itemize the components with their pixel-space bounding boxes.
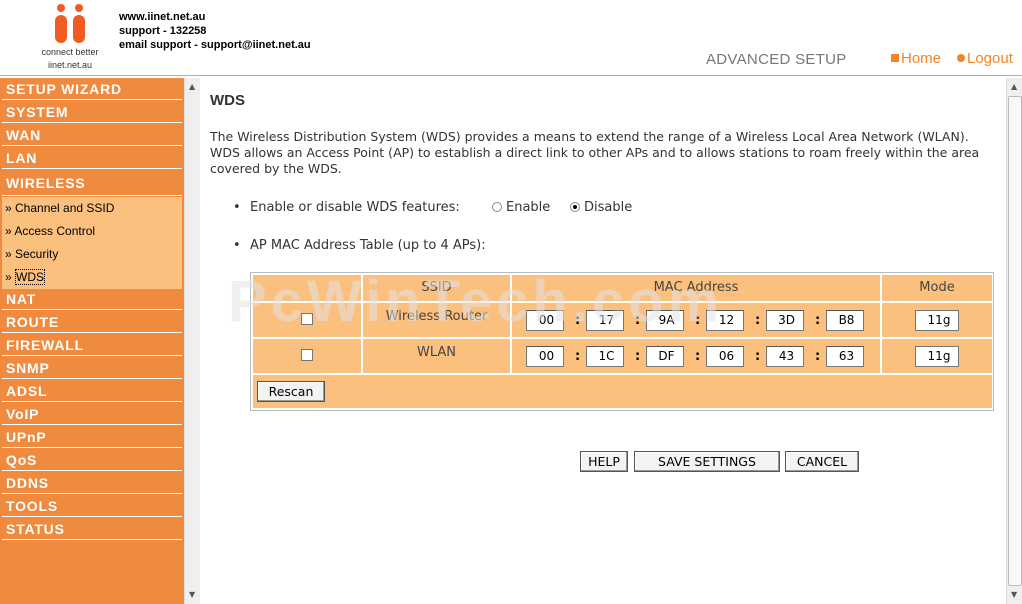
sidebar-item-ddns[interactable]: DDNS	[2, 473, 182, 494]
sidebar-subitem-channel-ssid[interactable]: » Channel and SSID	[2, 197, 182, 220]
logout-link[interactable]: Logout	[957, 50, 1013, 67]
page-description: The Wireless Distribution System (WDS) p…	[210, 129, 980, 176]
row-checkbox[interactable]	[301, 349, 313, 361]
mac-octet-input[interactable]: 9A	[646, 310, 684, 331]
help-button[interactable]: HELP	[580, 451, 628, 472]
circle-bullet-icon	[957, 54, 965, 62]
mac-octet-input[interactable]: 43	[766, 346, 804, 367]
sidebar-subitem-wds-label: WDS	[15, 269, 46, 285]
sidebar-item-setup-wizard[interactable]: SETUP WIZARD	[2, 79, 182, 100]
contact-email: email support - support@iinet.net.au	[119, 39, 311, 51]
scroll-down-icon[interactable]: ▼	[189, 590, 195, 599]
sidebar-subitem-prefix: »	[5, 270, 16, 284]
sidebar-item-firewall[interactable]: FIREWALL	[2, 335, 182, 356]
mac-octet-input[interactable]: 1C	[586, 346, 624, 367]
sidebar-item-status[interactable]: STATUS	[2, 519, 182, 540]
mac-octet-input[interactable]: 63	[826, 346, 864, 367]
contact-website: www.iinet.net.au	[119, 11, 206, 23]
cancel-button[interactable]: CANCEL	[785, 451, 859, 472]
sidebar-item-route[interactable]: ROUTE	[2, 312, 182, 333]
rescan-button[interactable]: Rescan	[257, 381, 325, 402]
sidebar-item-snmp[interactable]: SNMP	[2, 358, 182, 379]
ap-table-label: AP MAC Address Table (up to 4 APs):	[250, 238, 486, 253]
section-title: ADVANCED SETUP	[706, 51, 847, 68]
scroll-up-icon[interactable]: ▲	[1011, 82, 1017, 91]
table-header-ssid: SSID	[363, 275, 510, 301]
mac-octet-input[interactable]: B8	[826, 310, 864, 331]
mode-input[interactable]: 11g	[915, 346, 959, 367]
sidebar-item-wan[interactable]: WAN	[2, 125, 182, 146]
main-content: WDS The Wireless Distribution System (WD…	[200, 78, 1006, 604]
sidebar-scrollbar[interactable]: ▲ ▼	[184, 78, 200, 604]
sidebar-subitem-access-control[interactable]: » Access Control	[2, 220, 182, 243]
sidebar-item-upnp[interactable]: UPnP	[2, 427, 182, 448]
contact-phone: support - 132258	[119, 25, 207, 37]
sidebar-subitem-security[interactable]: » Security	[2, 243, 182, 266]
sidebar-item-lan[interactable]: LAN	[2, 148, 182, 169]
rescan-row: Rescan	[253, 375, 992, 408]
mac-octet-input[interactable]: 00	[526, 310, 564, 331]
disable-radio[interactable]	[570, 202, 580, 212]
iinet-logo[interactable]: connect better iinet.net.au	[30, 4, 110, 72]
mac-octet-input[interactable]: DF	[646, 346, 684, 367]
table-header-mode: Mode	[882, 275, 992, 301]
sidebar-item-qos[interactable]: QoS	[2, 450, 182, 471]
mac-octet-input[interactable]: 06	[706, 346, 744, 367]
mac-octet-input[interactable]: 3D	[766, 310, 804, 331]
square-bullet-icon	[891, 54, 899, 62]
disable-radio-label: Disable	[584, 200, 633, 215]
row-mac-cell: 00 : 1C : DF : 06 : 43 : 63	[512, 339, 880, 373]
row-checkbox[interactable]	[301, 313, 313, 325]
enable-radio[interactable]	[492, 202, 502, 212]
wds-enable-option[interactable]: Enable	[492, 200, 550, 215]
table-row	[253, 303, 361, 337]
ap-table-label-row: AP MAC Address Table (up to 4 APs):	[233, 238, 486, 253]
header: connect better iinet.net.au www.iinet.ne…	[0, 0, 1022, 76]
contact-info: www.iinet.net.au support - 132258 email …	[119, 10, 311, 52]
scrollbar-thumb[interactable]	[1008, 96, 1022, 586]
table-header-checkbox	[253, 275, 361, 301]
wds-toggle-row: Enable or disable WDS features:	[233, 200, 460, 215]
sidebar-item-system[interactable]: SYSTEM	[2, 102, 182, 123]
table-header-mac: MAC Address	[512, 275, 880, 301]
table-row	[253, 339, 361, 373]
ap-mac-table: SSID MAC Address Mode Wireless Router 00…	[250, 272, 994, 411]
logo-url: iinet.net.au	[47, 60, 93, 70]
sidebar: SETUP WIZARD SYSTEM WAN LAN WIRELESS » C…	[0, 78, 184, 604]
row-mode-cell: 11g	[882, 303, 992, 337]
sidebar-item-adsl[interactable]: ADSL	[2, 381, 182, 402]
scroll-up-icon[interactable]: ▲	[189, 82, 195, 91]
home-link[interactable]: Home	[891, 50, 941, 67]
sidebar-item-voip[interactable]: VoIP	[2, 404, 182, 425]
row-ssid: Wireless Router	[363, 303, 510, 337]
sidebar-item-tools[interactable]: TOOLS	[2, 496, 182, 517]
mac-octet-input[interactable]: 12	[706, 310, 744, 331]
mode-input[interactable]: 11g	[915, 310, 959, 331]
page-title: WDS	[210, 92, 245, 109]
enable-radio-label: Enable	[506, 200, 551, 215]
sidebar-item-nat[interactable]: NAT	[2, 289, 182, 310]
page-scrollbar[interactable]: ▲ ▼	[1006, 78, 1022, 604]
logo-tagline: connect better	[41, 47, 99, 57]
iinet-logo-mark-icon	[55, 4, 85, 43]
wds-toggle-label: Enable or disable WDS features:	[250, 200, 460, 215]
scroll-down-icon[interactable]: ▼	[1011, 590, 1017, 599]
row-mode-cell: 11g	[882, 339, 992, 373]
mac-octet-input[interactable]: 17	[586, 310, 624, 331]
mac-octet-input[interactable]: 00	[526, 346, 564, 367]
sidebar-subitem-wds[interactable]: » WDS	[2, 266, 182, 289]
row-mac-cell: 00 : 17 : 9A : 12 : 3D : B8	[512, 303, 880, 337]
wds-disable-option[interactable]: Disable	[570, 200, 632, 215]
save-settings-button[interactable]: SAVE SETTINGS	[634, 451, 780, 472]
row-ssid: WLAN	[363, 339, 510, 373]
sidebar-item-wireless[interactable]: WIRELESS	[2, 171, 182, 196]
